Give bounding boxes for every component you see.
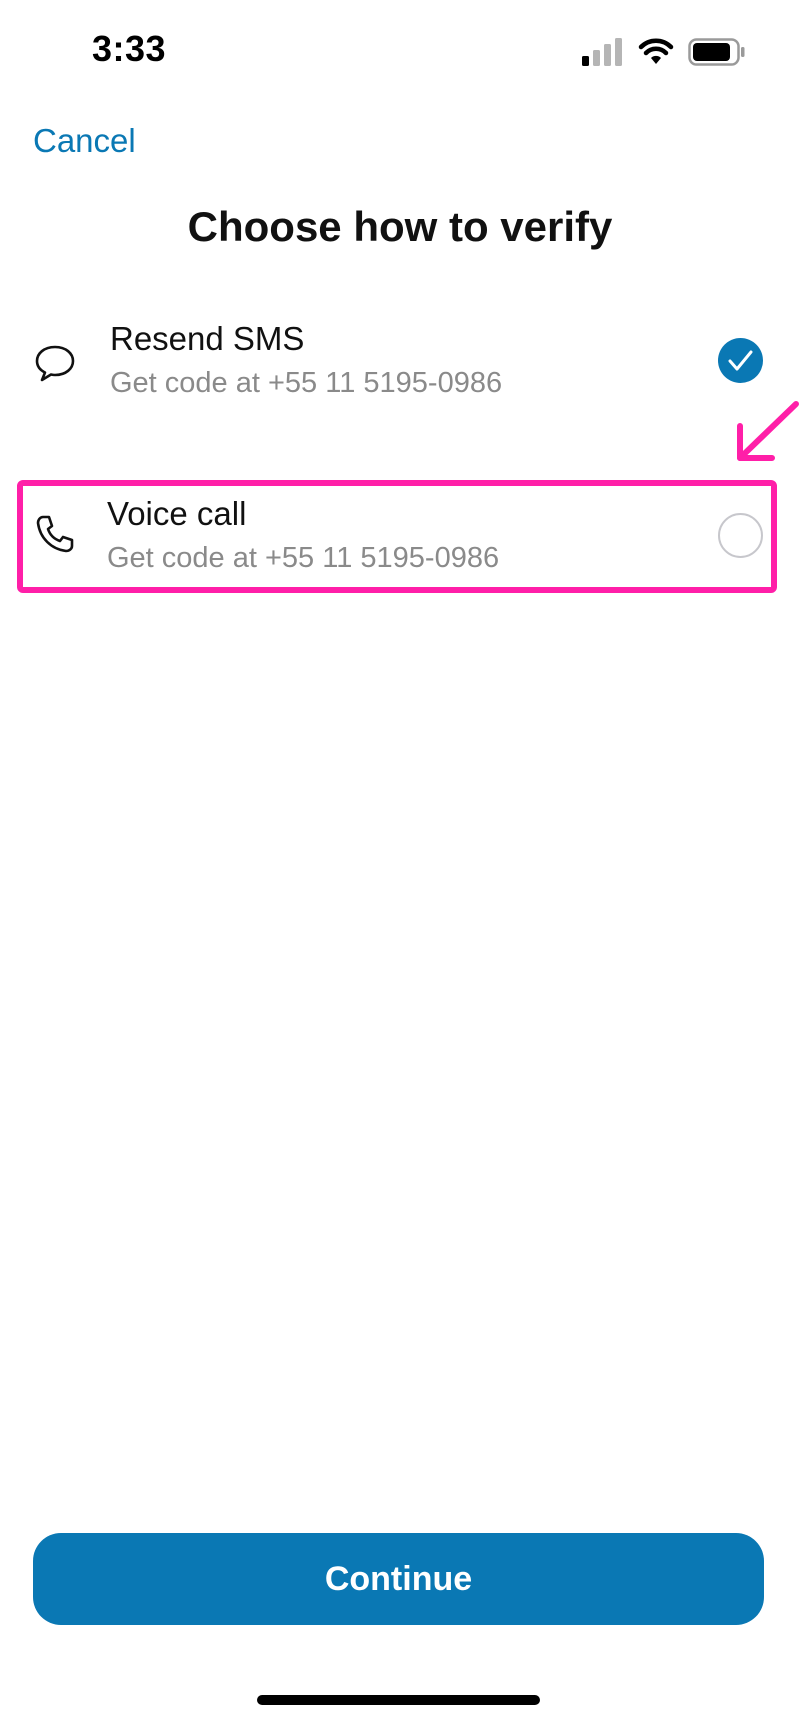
radio-unselected[interactable] (718, 513, 763, 558)
status-bar: 3:33 (0, 0, 800, 100)
battery-icon (688, 38, 745, 66)
option-label: Voice call (107, 495, 247, 532)
page-title: Choose how to verify (187, 203, 613, 250)
cellular-signal-icon (582, 38, 622, 66)
status-time: 3:33 (92, 28, 167, 69)
checkmark-icon (728, 350, 753, 371)
annotation-arrow-icon (737, 401, 799, 461)
option-voice-call[interactable]: Voice call Get code at +55 11 5195-0986 (0, 480, 800, 590)
wifi-icon (638, 38, 674, 64)
phone-icon (36, 515, 74, 553)
continue-button[interactable]: Continue (33, 1533, 764, 1625)
home-indicator[interactable] (257, 1695, 540, 1705)
radio-selected[interactable] (718, 338, 763, 383)
chat-bubble-icon (35, 345, 75, 382)
cancel-button[interactable]: Cancel (33, 122, 136, 160)
option-subtitle: Get code at +55 11 5195-0986 (110, 367, 503, 399)
option-resend-sms[interactable]: Resend SMS Get code at +55 11 5195-0986 (0, 305, 800, 415)
option-label: Resend SMS (110, 320, 305, 357)
option-subtitle: Get code at +55 11 5195-0986 (107, 542, 500, 574)
